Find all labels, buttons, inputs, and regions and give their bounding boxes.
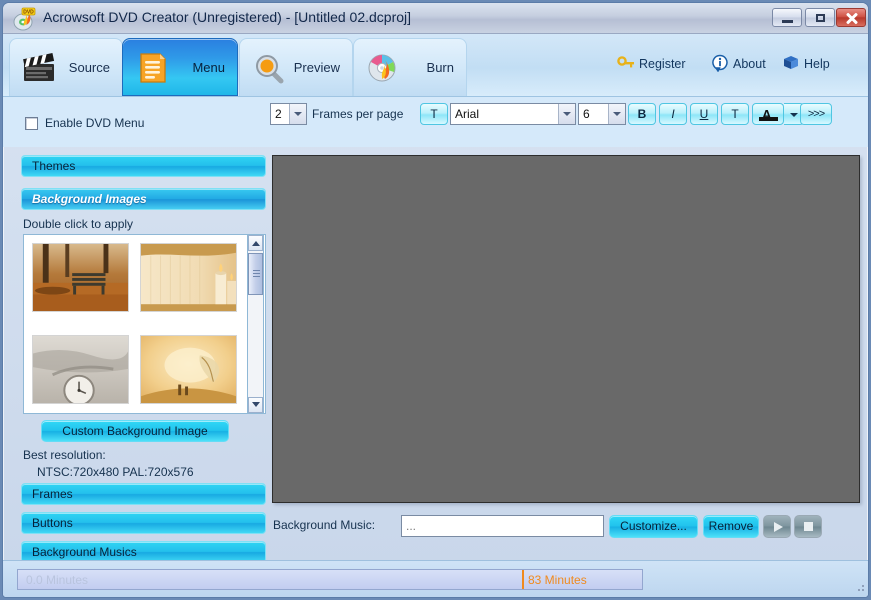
customize-button[interactable]: Customize... (609, 515, 698, 538)
chevron-down-icon (608, 104, 625, 124)
background-image-list[interactable] (23, 234, 266, 414)
burning-disc-icon (368, 54, 396, 82)
font-family-select[interactable]: Arial (450, 103, 576, 125)
tab-source[interactable]: Source (9, 38, 123, 96)
bold-button[interactable]: B (628, 103, 656, 125)
total-duration-marker (522, 570, 524, 589)
help-button[interactable]: Help (784, 56, 830, 71)
font-color-button[interactable]: A (752, 103, 784, 125)
tab-preview-label: Preview (293, 60, 340, 75)
tab-burn[interactable]: Burn (353, 38, 467, 96)
sidebar-section-background-musics-label: Background Musics (32, 545, 137, 559)
tab-burn-label: Burn (426, 60, 454, 75)
title-bar: DVD Acrowsoft DVD Creator (Unregistered)… (3, 3, 868, 34)
resize-grip[interactable] (854, 581, 866, 593)
current-duration-label: 0.0 Minutes (26, 573, 89, 587)
application-window: DVD Acrowsoft DVD Creator (Unregistered)… (2, 2, 869, 598)
more-options-button[interactable]: >>> (800, 103, 832, 125)
best-resolution-label: Best resolution: (23, 448, 106, 462)
minimize-button[interactable] (772, 8, 802, 27)
tab-menu[interactable]: Menu (122, 38, 238, 96)
menu-preview-canvas[interactable] (272, 155, 860, 503)
scrollbar-thumb[interactable] (248, 253, 263, 295)
chevron-down-icon (558, 104, 575, 124)
font-size-value: 6 (583, 107, 590, 121)
left-sidebar: Themes Background Images Double click to… (21, 155, 266, 563)
underline-button[interactable]: U (690, 103, 718, 125)
register-label: Register (639, 57, 686, 71)
background-music-label: Background Music: (273, 518, 376, 532)
checkbox-box (25, 116, 38, 130)
background-image-scrollbar[interactable] (247, 234, 264, 414)
frames-per-page-label: Frames per page (312, 107, 404, 121)
double-click-hint: Double click to apply (23, 217, 134, 231)
enable-dvd-menu-checkbox[interactable]: Enable DVD Menu (25, 116, 144, 130)
strikethrough-button[interactable]: T (721, 103, 749, 125)
sidebar-section-buttons[interactable]: Buttons (21, 512, 266, 534)
frames-per-page-select[interactable]: 2 (270, 103, 307, 125)
chevron-down-icon (289, 104, 306, 124)
thumbnail-clock-feather-grey[interactable] (32, 335, 129, 404)
play-button[interactable] (763, 515, 791, 538)
tab-menu-label: Menu (192, 60, 225, 75)
maximize-button[interactable] (805, 8, 835, 27)
window-title: Acrowsoft DVD Creator (Unregistered) - [… (43, 9, 412, 25)
sidebar-section-frames-label: Frames (32, 487, 73, 501)
svg-text:DVD: DVD (23, 10, 34, 16)
clapperboard-icon (23, 53, 55, 81)
tab-preview[interactable]: Preview (239, 38, 353, 96)
sidebar-section-themes[interactable]: Themes (21, 155, 266, 177)
about-button[interactable]: About (712, 54, 766, 72)
font-family-value: Arial (455, 107, 480, 121)
stop-button[interactable] (794, 515, 822, 538)
best-resolution-value: NTSC:720x480 PAL:720x576 (37, 465, 194, 479)
book-icon (784, 56, 798, 69)
background-music-input[interactable]: ... (401, 515, 604, 537)
document-lines-icon (140, 53, 166, 83)
scroll-up-arrow-icon[interactable] (248, 235, 263, 251)
sidebar-section-background-images[interactable]: Background Images (21, 188, 266, 210)
close-button[interactable] (836, 8, 866, 27)
remove-button[interactable]: Remove (703, 515, 759, 538)
font-color-letter: A (762, 107, 772, 122)
help-label: Help (804, 57, 830, 71)
status-bar: 0.0 Minutes 83 Minutes DVD-R 4.5G High Q… (3, 560, 868, 597)
magnifier-icon (256, 55, 284, 84)
sidebar-section-buttons-label: Buttons (32, 516, 73, 530)
disc-usage-progress: 0.0 Minutes 83 Minutes (17, 569, 643, 590)
key-icon (617, 56, 634, 68)
thumbnail-autumn-park-bench[interactable] (32, 243, 129, 312)
thumbnail-candles-beige[interactable] (140, 243, 237, 312)
tab-source-label: Source (68, 60, 110, 75)
total-duration-label: 83 Minutes (528, 573, 587, 587)
enable-dvd-menu-label: Enable DVD Menu (45, 116, 145, 130)
sidebar-section-themes-label: Themes (32, 159, 76, 173)
register-button[interactable]: Register (617, 56, 686, 71)
custom-background-image-button[interactable]: Custom Background Image (41, 420, 229, 442)
font-color-swatch (759, 117, 778, 121)
thumbnail-leaf-sunset-amber[interactable] (140, 335, 237, 404)
font-size-select[interactable]: 6 (578, 103, 626, 125)
sidebar-section-background-images-label: Background Images (32, 192, 147, 206)
sidebar-section-frames[interactable]: Frames (21, 483, 266, 505)
about-label: About (733, 57, 766, 71)
italic-button[interactable]: I (659, 103, 687, 125)
insert-text-button[interactable]: T (420, 103, 448, 125)
frames-per-page-value: 2 (275, 107, 282, 121)
info-circle-icon (712, 54, 728, 72)
scroll-down-arrow-icon[interactable] (248, 397, 263, 413)
dvd-flame-icon: DVD (13, 7, 36, 31)
